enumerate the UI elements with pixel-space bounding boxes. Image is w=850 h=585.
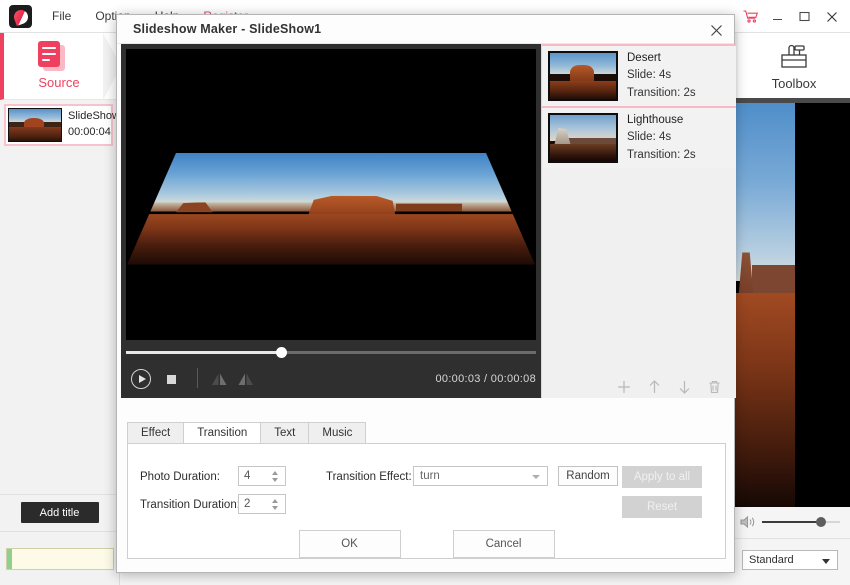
rotate-right-icon[interactable] bbox=[235, 369, 255, 389]
app-logo-icon bbox=[9, 5, 32, 28]
trash-icon[interactable] bbox=[706, 379, 722, 395]
lighthouse-thumbnail bbox=[548, 113, 618, 163]
photo-duration-value: 4 bbox=[244, 470, 250, 482]
slide-transition: Transition: 2s bbox=[627, 85, 696, 102]
sidebar-item-source[interactable]: Source bbox=[0, 33, 120, 100]
stepper-arrows-icon[interactable] bbox=[270, 467, 281, 485]
add-title-button[interactable]: Add title bbox=[21, 502, 99, 523]
tab-text[interactable]: Text bbox=[260, 422, 309, 444]
slide-name: Lighthouse bbox=[627, 112, 696, 129]
photo-duration-stepper[interactable]: 4 bbox=[238, 466, 286, 486]
arrow-down-icon[interactable] bbox=[676, 379, 692, 395]
dialog-title: Slideshow Maker - SlideShow1 bbox=[133, 22, 321, 36]
timeline-strip bbox=[0, 531, 119, 585]
maximize-button[interactable] bbox=[792, 4, 817, 29]
divider bbox=[197, 368, 198, 388]
plus-icon[interactable] bbox=[616, 379, 632, 395]
application-window: File Option Help Register bbox=[0, 0, 850, 585]
transition-duration-label: Transition Duration: bbox=[140, 499, 240, 511]
slideshow-maker-dialog: Slideshow Maker - SlideShow1 bbox=[116, 14, 735, 573]
sidebar-item-toolbox[interactable]: Toolbox bbox=[738, 33, 850, 103]
slide-list-item[interactable]: Lighthouse Slide: 4s Transition: 2s bbox=[542, 106, 736, 168]
source-documents-icon bbox=[38, 41, 68, 71]
desert-panorama-frame bbox=[127, 153, 535, 265]
reset-button[interactable]: Reset bbox=[622, 496, 702, 518]
divider bbox=[733, 538, 850, 539]
slide-duration: Slide: 4s bbox=[627, 67, 696, 84]
dialog-footer: OK Cancel bbox=[117, 529, 736, 559]
quality-select-value: Standard bbox=[749, 554, 794, 566]
stepper-arrows-icon[interactable] bbox=[270, 495, 281, 513]
transition-effect-label: Transition Effect: bbox=[326, 471, 412, 483]
transition-duration-value: 2 bbox=[244, 498, 250, 510]
arrow-up-icon[interactable] bbox=[646, 379, 662, 395]
sidebar-item-source-label: Source bbox=[4, 75, 114, 90]
window-controls bbox=[738, 0, 844, 33]
desert-thumbnail bbox=[8, 108, 62, 142]
apply-to-all-button[interactable]: Apply to all bbox=[622, 466, 702, 488]
dialog-body: 00:00:03 / 00:00:08 Desert Slide: 4s Tra… bbox=[117, 44, 734, 573]
stop-icon[interactable] bbox=[163, 371, 179, 387]
settings-tabs: Effect Transition Text Music bbox=[127, 422, 365, 444]
left-sidebar: Source SlideShow1 00:00:04 Add title bbox=[0, 33, 120, 585]
right-video-preview bbox=[733, 103, 850, 507]
volume-control bbox=[740, 512, 846, 532]
volume-slider[interactable] bbox=[762, 515, 840, 529]
transition-effect-select[interactable]: turn bbox=[413, 466, 548, 486]
toolbox-icon bbox=[777, 39, 811, 71]
transition-duration-stepper[interactable]: 2 bbox=[238, 494, 286, 514]
player-time-display: 00:00:03 / 00:00:08 bbox=[435, 373, 536, 385]
photo-duration-label: Photo Duration: bbox=[140, 471, 220, 483]
cart-icon[interactable] bbox=[738, 4, 763, 29]
timeline-track[interactable] bbox=[6, 548, 114, 570]
quality-select[interactable]: Standard bbox=[742, 550, 838, 570]
seek-slider[interactable] bbox=[126, 347, 536, 357]
chevron-down-icon bbox=[532, 475, 540, 479]
play-icon[interactable] bbox=[131, 369, 151, 389]
desert-preview-image bbox=[733, 103, 795, 507]
slide-list-toolbar bbox=[541, 376, 736, 398]
video-stage bbox=[126, 49, 536, 340]
slide-duration: Slide: 4s bbox=[627, 129, 696, 146]
menu-item-file[interactable]: File bbox=[40, 0, 83, 33]
list-item[interactable]: SlideShow1 00:00:04 bbox=[4, 104, 113, 146]
dialog-close-icon[interactable] bbox=[706, 20, 726, 40]
rotate-left-icon[interactable] bbox=[209, 369, 229, 389]
slide-transition: Transition: 2s bbox=[627, 147, 696, 164]
transition-effect-value: turn bbox=[420, 470, 440, 482]
minimize-button[interactable] bbox=[765, 4, 790, 29]
player-controls: 00:00:03 / 00:00:08 bbox=[131, 366, 536, 394]
tab-music[interactable]: Music bbox=[308, 422, 366, 444]
close-button[interactable] bbox=[819, 4, 844, 29]
tab-effect[interactable]: Effect bbox=[127, 422, 184, 444]
ok-button[interactable]: OK bbox=[299, 530, 401, 558]
tab-transition[interactable]: Transition bbox=[183, 422, 261, 444]
dialog-titlebar: Slideshow Maker - SlideShow1 bbox=[117, 15, 734, 44]
random-button[interactable]: Random bbox=[558, 466, 618, 486]
slide-list: Desert Slide: 4s Transition: 2s Lighthou… bbox=[541, 44, 736, 398]
add-title-bar: Add title bbox=[0, 494, 119, 530]
sidebar-item-toolbox-label: Toolbox bbox=[738, 76, 850, 91]
seek-handle[interactable] bbox=[276, 347, 287, 358]
cancel-button[interactable]: Cancel bbox=[453, 530, 555, 558]
slide-name: Desert bbox=[627, 50, 696, 67]
slide-list-item[interactable]: Desert Slide: 4s Transition: 2s bbox=[542, 44, 736, 106]
volume-icon[interactable] bbox=[740, 515, 756, 529]
chevron-down-icon bbox=[822, 559, 830, 564]
video-player: 00:00:03 / 00:00:08 bbox=[121, 44, 541, 398]
desert-thumbnail bbox=[548, 51, 618, 101]
